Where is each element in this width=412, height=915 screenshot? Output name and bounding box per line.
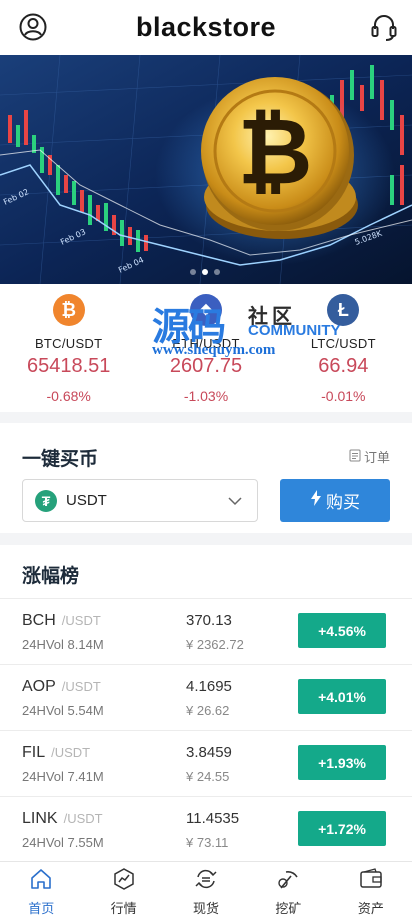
row-quote: /USDT	[61, 613, 101, 628]
row-price: 4.1695	[186, 678, 232, 695]
carousel-dot[interactable]	[214, 269, 220, 275]
buy-button[interactable]: 购买	[280, 479, 390, 522]
row-cny: ¥ 26.62	[186, 703, 230, 718]
row-change-badge[interactable]: +1.93%	[298, 745, 386, 780]
tab-home[interactable]: 首页	[0, 862, 82, 915]
home-icon	[29, 868, 53, 895]
ticker-eth[interactable]: ⬥ ETH/USDT 2607.75 -1.03%	[137, 284, 274, 412]
ticker-ltc[interactable]: Ł LTC/USDT 66.94 -0.01%	[275, 284, 412, 412]
row-volume: 24HVol 7.41M	[22, 769, 104, 784]
eth-icon: ⬥	[189, 294, 222, 326]
quick-buy-title: 一键买币	[22, 449, 99, 470]
headset-icon[interactable]	[370, 12, 398, 42]
ticker-pair: LTC/USDT	[310, 336, 376, 351]
row-cny: ¥ 73.11	[186, 835, 229, 850]
tab-mining[interactable]: 挖矿	[247, 862, 329, 915]
tab-market[interactable]: 行情	[82, 862, 164, 915]
chevron-down-icon	[227, 493, 243, 514]
ticker-change: -0.01%	[321, 388, 366, 404]
row-cny: ¥ 24.55	[186, 769, 230, 784]
gainers-list: BCH/USDT 24HVol 8.14M 370.13 ¥ 2362.72 +…	[0, 598, 412, 862]
row-volume: 24HVol 5.54M	[22, 703, 104, 718]
ticker-change: -0.68%	[46, 388, 91, 404]
tab-market-label: 行情	[110, 901, 137, 915]
ticker-change: -1.03%	[183, 388, 229, 404]
tab-assets-label: 资产	[357, 901, 384, 915]
tab-mining-label: 挖矿	[275, 901, 302, 915]
svg-text:₿: ₿	[238, 98, 313, 205]
ticker-pair: ETH/USDT	[172, 336, 240, 351]
market-icon	[112, 868, 136, 895]
user-circle-icon[interactable]	[18, 12, 48, 42]
row-price: 3.8459	[186, 744, 232, 761]
ltc-icon: Ł	[327, 294, 360, 326]
row-symbol: AOP	[22, 678, 56, 695]
gainers-title: 涨幅榜	[22, 566, 80, 587]
bottom-tab-bar: 首页 行情 现货 挖矿 资产	[0, 861, 412, 915]
tab-home-label: 首页	[28, 901, 55, 915]
ticker-price: 2607.75	[169, 355, 243, 377]
row-change-badge[interactable]: +4.56%	[298, 613, 386, 648]
row-symbol: FIL	[22, 744, 46, 761]
row-cny: ¥ 2362.72	[186, 637, 244, 652]
row-symbol: BCH	[22, 612, 56, 629]
carousel-dots[interactable]	[190, 269, 220, 275]
row-volume: 24HVol 8.14M	[22, 637, 104, 652]
list-item[interactable]: BCH/USDT 24HVol 8.14M 370.13 ¥ 2362.72 +…	[0, 598, 412, 664]
row-quote: /USDT	[63, 811, 103, 826]
row-quote: /USDT	[61, 679, 101, 694]
mining-icon	[276, 868, 300, 895]
app-title: blackstore	[135, 12, 277, 42]
tab-spot-label: 现货	[193, 901, 220, 915]
lightning-icon	[310, 490, 322, 511]
orders-link[interactable]: 订单	[349, 447, 390, 466]
buy-button-label: 购买	[326, 493, 360, 512]
tab-spot[interactable]: 现货	[165, 862, 247, 915]
ticker-price: 66.94	[318, 355, 369, 377]
row-price: 11.4535	[186, 810, 240, 827]
coin-select-value: USDT	[66, 492, 107, 509]
spot-exchange-icon	[194, 868, 218, 895]
carousel-dot[interactable]	[190, 269, 196, 275]
list-item[interactable]: FIL/USDT 24HVol 7.41M 3.8459 ¥ 24.55 +1.…	[0, 730, 412, 796]
top-header: blackstore	[0, 0, 412, 55]
btc-icon: ₿	[52, 294, 85, 326]
quick-buy-section: 一键买币 订单 ₮ USDT 购买	[0, 423, 412, 533]
orders-label: 订单	[363, 450, 390, 465]
row-change-badge[interactable]: +4.01%	[298, 679, 386, 714]
gainers-section: 涨幅榜 BCH/USDT 24HVol 8.14M 370.13 ¥ 2362.…	[0, 545, 412, 861]
row-symbol: LINK	[22, 810, 58, 827]
app-root: blackstore ₿ Feb 02 Feb 03 Feb 04 5.028K…	[0, 0, 412, 915]
row-quote: /USDT	[51, 745, 91, 760]
usdt-icon: ₮	[35, 489, 57, 512]
row-change-badge[interactable]: +1.72%	[298, 811, 386, 846]
ticker-pair: BTC/USDT	[34, 336, 103, 351]
wallet-icon	[359, 868, 383, 895]
promo-banner[interactable]: ₿ Feb 02 Feb 03 Feb 04 5.028K	[0, 55, 412, 284]
row-price: 370.13	[186, 612, 232, 629]
ticker-strip: ₿ BTC/USDT 65418.51 -0.68% ⬥ ETH/USDT 26…	[0, 284, 412, 412]
tab-assets[interactable]: 资产	[330, 862, 412, 915]
coin-select[interactable]: ₮ USDT	[22, 479, 258, 522]
list-item[interactable]: AOP/USDT 24HVol 5.54M 4.1695 ¥ 26.62 +4.…	[0, 664, 412, 730]
ticker-btc[interactable]: ₿ BTC/USDT 65418.51 -0.68%	[0, 284, 137, 412]
orders-icon	[349, 449, 361, 465]
ticker-price: 65418.51	[26, 355, 111, 377]
carousel-dot-active[interactable]	[202, 269, 208, 275]
list-item[interactable]: LINK/USDT 24HVol 7.55M 11.4535 ¥ 73.11 +…	[0, 796, 412, 862]
row-volume: 24HVol 7.55M	[22, 835, 104, 850]
